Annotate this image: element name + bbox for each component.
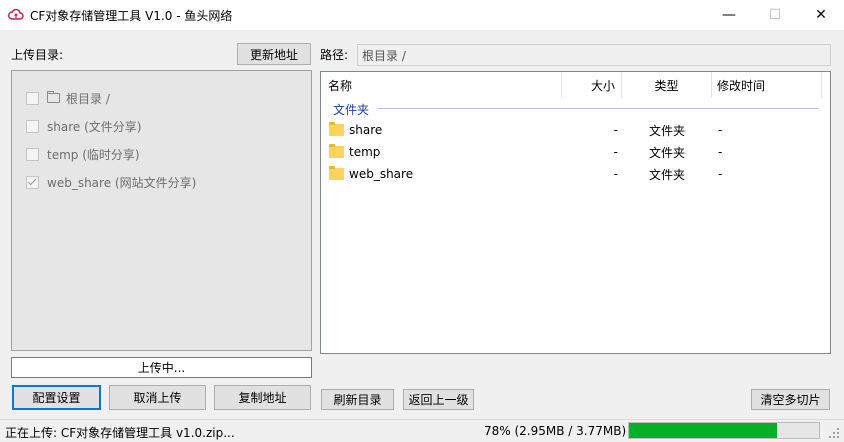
checkbox-checked[interactable] [26, 175, 39, 189]
resize-grip-icon[interactable] [828, 427, 840, 439]
upload-dir-label: 上传目录: [11, 48, 64, 62]
minimize-button[interactable]: — [706, 0, 752, 30]
cloud-icon [8, 8, 24, 20]
column-header-type[interactable]: 类型 [622, 72, 712, 98]
title-bar: CF对象存储管理工具 V1.0 - 鱼头网络 — ☐ ✕ [0, 0, 844, 30]
close-button[interactable]: ✕ [798, 0, 844, 30]
copy-address-button[interactable]: 复制地址 [214, 385, 311, 410]
checkbox[interactable] [26, 119, 39, 133]
group-divider [377, 108, 819, 109]
modified-cell: - [718, 123, 723, 137]
dir-option-temp[interactable]: temp (临时分享) [26, 144, 140, 164]
dir-option-root[interactable]: 根目录 / [26, 88, 110, 108]
folder-icon [329, 122, 344, 136]
modified-cell: - [718, 145, 723, 159]
update-address-button[interactable]: 更新地址 [237, 43, 311, 65]
modified-cell: - [718, 167, 723, 181]
folder-icon [329, 166, 344, 180]
table-row[interactable]: share - 文件夹 - [321, 119, 830, 141]
progress-text: 78% (2.95MB / 3.77MB) [484, 424, 627, 438]
dir-option-web-share[interactable]: web_share (网站文件分享) [26, 172, 196, 192]
file-name: temp [349, 145, 381, 159]
type-cell: 文件夹 [648, 123, 685, 138]
dir-option-label: share (文件分享) [47, 119, 142, 134]
status-bar: 正在上传: CF对象存储管理工具 v1.0.zip... 78% (2.95MB… [0, 419, 844, 442]
name-cell: temp [329, 141, 559, 163]
file-name: web_share [349, 167, 414, 181]
type-cell: 文件夹 [648, 167, 685, 182]
path-label: 路径: [320, 48, 349, 62]
clear-chunks-button[interactable]: 清空多切片 [751, 389, 830, 410]
dir-option-label: temp (临时分享) [47, 147, 140, 162]
file-list[interactable]: 名称 大小 类型 修改时间 文件夹 share - 文件夹 - temp - 文… [320, 71, 831, 354]
column-header-modified[interactable]: 修改时间 [712, 72, 822, 98]
dir-option-label: 根目录 / [66, 91, 110, 106]
dir-option-label: web_share (网站文件分享) [47, 175, 197, 190]
file-name: share [349, 123, 383, 137]
dir-option-share[interactable]: share (文件分享) [26, 116, 141, 136]
size-cell: - [613, 123, 618, 137]
column-header-size[interactable]: 大小 [562, 72, 622, 98]
progress-fill [629, 423, 777, 438]
upload-status-box: 上传中... [11, 357, 312, 378]
table-row[interactable]: web_share - 文件夹 - [321, 163, 830, 185]
folder-icon [329, 144, 344, 158]
name-cell: share [329, 119, 559, 141]
cancel-upload-button[interactable]: 取消上传 [109, 385, 206, 410]
table-row[interactable]: temp - 文件夹 - [321, 141, 830, 163]
column-header-name[interactable]: 名称 [321, 72, 562, 98]
back-button[interactable]: 返回上一级 [403, 389, 474, 410]
checkbox[interactable] [26, 147, 39, 161]
maximize-button[interactable]: ☐ [752, 0, 798, 30]
refresh-button[interactable]: 刷新目录 [321, 389, 394, 410]
path-field[interactable]: 根目录 / [357, 44, 831, 66]
path-value: 根目录 / [362, 48, 406, 63]
uploading-text: 正在上传: CF对象存储管理工具 v1.0.zip... [5, 426, 235, 440]
type-cell: 文件夹 [648, 145, 685, 160]
upload-progress-bar [628, 422, 820, 439]
size-cell: - [613, 145, 618, 159]
size-cell: - [613, 167, 618, 181]
name-cell: web_share [329, 163, 559, 185]
config-button[interactable]: 配置设置 [12, 385, 101, 410]
window-title: CF对象存储管理工具 V1.0 - 鱼头网络 [30, 9, 233, 23]
group-label-folders: 文件夹 [333, 103, 370, 117]
directory-panel: 根目录 / share (文件分享) temp (临时分享) web_share… [11, 70, 312, 351]
folder-icon [47, 91, 60, 103]
checkbox[interactable] [26, 91, 39, 105]
